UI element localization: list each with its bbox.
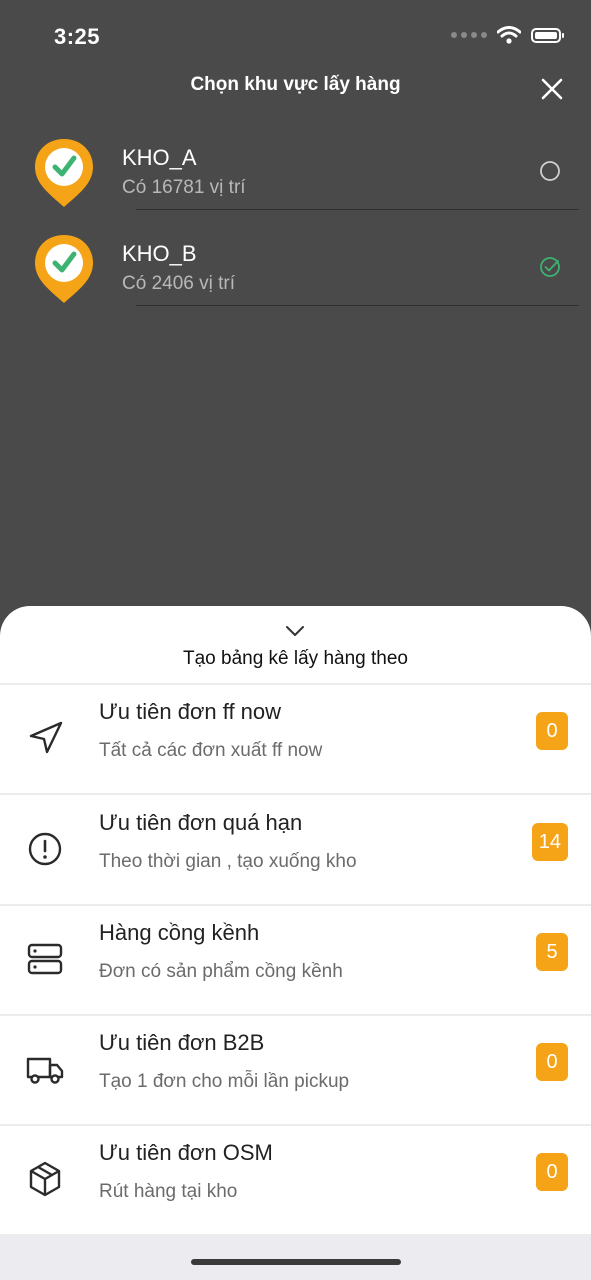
option-ff-now[interactable]: Ưu tiên đơn ff now Tất cả các đơn xuất f… xyxy=(0,685,591,795)
sheet-title: Tạo bảng kê lấy hàng theo xyxy=(182,648,408,669)
count-badge: 0 xyxy=(536,1043,568,1081)
count-badge: 14 xyxy=(531,823,568,861)
alert-circle-icon xyxy=(28,832,62,866)
count-badge: 0 xyxy=(536,712,568,750)
zone-item-kho-a[interactable]: KHO_A Có 16781 vị trí xyxy=(0,137,591,233)
count-badge: 0 xyxy=(536,1153,568,1191)
status-time: 3:25 xyxy=(54,24,101,49)
battery-icon xyxy=(531,27,564,43)
check-circle-icon[interactable] xyxy=(539,256,561,278)
server-icon xyxy=(27,943,63,975)
option-b2b[interactable]: Ưu tiên đơn B2B Tạo 1 đơn cho mỗi lần pi… xyxy=(0,1016,591,1126)
package-icon xyxy=(29,1161,61,1197)
zone-item-kho-b[interactable]: KHO_B Có 2406 vị trí xyxy=(0,233,591,329)
option-bulky[interactable]: Hàng cồng kềnh Đơn có sản phẩm cồng kềnh… xyxy=(0,906,591,1016)
status-bar: 3:25 xyxy=(0,0,591,70)
truck-icon xyxy=(26,1057,64,1084)
divider xyxy=(136,209,579,210)
zone-name: KHO_B xyxy=(122,241,197,266)
signal-icon xyxy=(451,32,487,38)
option-subtitle: Đơn có sản phẩm cồng kềnh xyxy=(99,961,343,982)
close-icon[interactable] xyxy=(539,76,565,102)
option-subtitle: Theo thời gian , tạo xuống kho xyxy=(99,851,357,872)
count-badge: 5 xyxy=(536,933,568,971)
home-indicator-area xyxy=(0,1236,591,1280)
wifi-icon xyxy=(497,26,521,44)
zone-location-count: Có 16781 vị trí xyxy=(122,177,246,198)
option-title: Hàng cồng kềnh xyxy=(99,920,260,945)
option-osm[interactable]: Ưu tiên đơn OSM Rút hàng tại kho 0 xyxy=(0,1126,591,1236)
divider xyxy=(0,793,591,795)
navigation-arrow-icon xyxy=(29,721,63,754)
option-title: Ưu tiên đơn ff now xyxy=(99,699,282,724)
status-icons xyxy=(451,26,564,44)
zone-name: KHO_A xyxy=(122,145,197,170)
bottom-sheet: Tạo bảng kê lấy hàng theo Ưu tiên đơn ff… xyxy=(0,606,591,1280)
zone-location-count: Có 2406 vị trí xyxy=(122,273,235,294)
location-check-icon xyxy=(35,235,93,303)
option-overdue[interactable]: Ưu tiên đơn quá hạn Theo thời gian , tạo… xyxy=(0,796,591,906)
option-title: Ưu tiên đơn quá hạn xyxy=(99,810,303,835)
radio-unselected-icon[interactable] xyxy=(539,160,561,182)
page-title: Chọn khu vực lấy hàng xyxy=(190,74,401,95)
chevron-down-icon[interactable] xyxy=(284,624,306,638)
option-title: Ưu tiên đơn B2B xyxy=(99,1030,265,1055)
option-title: Ưu tiên đơn OSM xyxy=(99,1140,273,1165)
option-subtitle: Tạo 1 đơn cho mỗi lần pickup xyxy=(99,1071,350,1092)
divider xyxy=(136,305,579,306)
home-indicator[interactable] xyxy=(191,1259,401,1265)
option-subtitle: Tất cả các đơn xuất ff now xyxy=(99,740,323,761)
option-subtitle: Rút hàng tại kho xyxy=(99,1181,238,1202)
location-check-icon xyxy=(35,139,93,207)
